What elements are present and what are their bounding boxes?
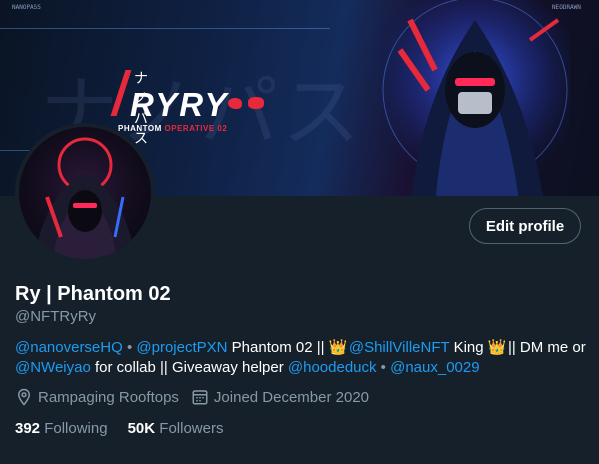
profile-location: Rampaging Rooftops <box>15 388 179 406</box>
location-text: Rampaging Rooftops <box>38 388 179 406</box>
followers-count: 50K <box>127 420 156 437</box>
location-pin-icon <box>17 388 31 406</box>
bio-line: @NWeiyao for collab || Giveaway helper @… <box>15 358 590 378</box>
mention-link[interactable]: @projectPXN <box>136 339 227 356</box>
brand-subtitle-accent: OPERATIVE 02 <box>164 124 228 133</box>
profile-stats: 392 Following 50K Followers <box>15 420 243 437</box>
bio-line: @nanoverseHQ • @projectPXN Phantom 02 ||… <box>15 338 590 358</box>
profile-display-name: Ry | Phantom 02 <box>15 283 171 305</box>
twitter-icon <box>228 98 242 109</box>
bio-text: || DM me or <box>507 339 586 356</box>
bio-text: King <box>453 339 484 356</box>
mention-link[interactable]: @NWeiyao <box>15 359 91 376</box>
avatar-frame <box>15 123 155 263</box>
brand-subtitle: PHANTOM OPERATIVE 02 <box>118 124 227 133</box>
mention-link[interactable]: @hoodeduck <box>288 359 377 376</box>
avatar[interactable] <box>19 127 151 259</box>
bio-text: for collab || Giveaway helper <box>94 359 284 376</box>
following-label: Following <box>44 420 108 437</box>
banner-character-illustration <box>380 0 570 196</box>
brand-name: RYRY <box>130 86 229 123</box>
following-link[interactable]: 392 Following <box>15 420 108 437</box>
mention-link[interactable]: @ShillVilleNFT <box>349 339 450 356</box>
banner-hud-text-left: NANOPASS <box>12 4 41 11</box>
bio-separator: • <box>126 339 133 356</box>
profile-meta: Rampaging Rooftops Joined December 2020 <box>15 388 381 406</box>
crown-emoji-icon: 👑 <box>487 339 507 356</box>
profile-handle: @NFTRyRy <box>15 308 97 325</box>
following-count: 392 <box>15 420 41 437</box>
avatar-illustration <box>35 137 135 259</box>
joined-text: Joined December 2020 <box>213 388 370 406</box>
discord-icon <box>248 97 264 109</box>
bio-text: Phantom 02 || <box>231 339 325 356</box>
profile-bio: @nanoverseHQ • @projectPXN Phantom 02 ||… <box>15 338 590 378</box>
profile-joined-date: Joined December 2020 <box>191 388 369 406</box>
mention-link[interactable]: @nanoverseHQ <box>15 339 123 356</box>
banner-hud-line <box>0 28 330 29</box>
brand-subtitle-main: PHANTOM <box>118 124 162 133</box>
followers-label: Followers <box>159 420 224 437</box>
mention-link[interactable]: @naux_0029 <box>390 359 479 376</box>
crown-emoji-icon: 👑 <box>328 339 348 356</box>
bio-separator: • <box>380 359 386 376</box>
calendar-icon <box>192 390 208 405</box>
edit-profile-button[interactable]: Edit profile <box>469 208 581 244</box>
followers-link[interactable]: 50K Followers <box>128 420 224 437</box>
